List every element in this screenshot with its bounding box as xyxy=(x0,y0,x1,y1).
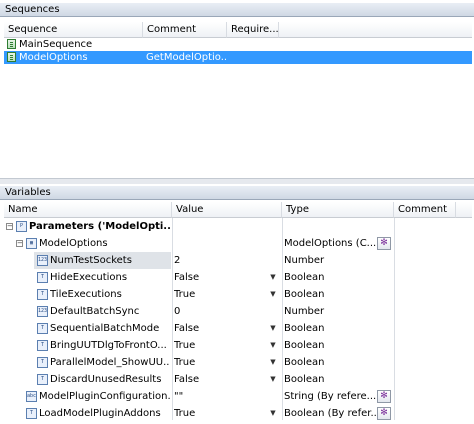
variable-value[interactable]: True xyxy=(174,286,264,303)
variable-type: Boolean xyxy=(284,272,325,283)
variable-value[interactable]: "" xyxy=(174,388,264,405)
variable-value[interactable]: False xyxy=(174,269,264,286)
variable-name: ModelOptions xyxy=(39,238,108,249)
variable-value[interactable]: True xyxy=(174,354,264,371)
variable-type: Number xyxy=(284,255,325,266)
variable-value[interactable]: False xyxy=(174,320,264,337)
browse-type-icon[interactable]: ✻ xyxy=(377,407,391,420)
browse-type-icon[interactable]: ✻ xyxy=(377,237,391,250)
variable-name: Parameters ('ModelOpti... xyxy=(29,221,171,232)
sequence-name: ModelOptions xyxy=(19,52,88,63)
variables-panel-title: Variables xyxy=(0,186,474,200)
dropdown-arrow-icon[interactable]: ▼ xyxy=(269,374,277,384)
dropdown-arrow-icon[interactable]: ▼ xyxy=(269,408,277,418)
variable-value[interactable]: False xyxy=(174,371,264,388)
variable-name: NumTestSockets xyxy=(50,255,132,266)
variable-name: ModelPluginConfiguration... xyxy=(39,391,171,402)
variable-name: LoadModelPluginAddons xyxy=(39,408,161,419)
variable-row-tileexecutions[interactable]: T TileExecutions True ▼ Boolean xyxy=(4,286,472,303)
boolean-icon: T xyxy=(37,272,48,283)
number-icon: 123 xyxy=(37,306,48,317)
boolean-icon: T xyxy=(26,408,37,419)
sequences-panel-title: Sequences xyxy=(0,3,474,17)
variable-type: String (By refere... xyxy=(284,391,376,402)
variable-name: HideExecutions xyxy=(50,272,128,283)
variable-row-defaultbatchsync[interactable]: 123 DefaultBatchSync 0 Number xyxy=(4,303,472,320)
variable-name: BringUUTDlgToFrontO... xyxy=(50,340,167,351)
column-header-name[interactable]: Name xyxy=(4,202,172,218)
sequence-name: MainSequence xyxy=(19,39,93,50)
dropdown-arrow-icon[interactable]: ▼ xyxy=(269,272,277,282)
sequence-row-mainsequence[interactable]: MainSequence xyxy=(4,38,472,51)
variable-type: Boolean xyxy=(284,374,325,385)
variable-row-hideexecutions[interactable]: T HideExecutions False ▼ Boolean xyxy=(4,269,472,286)
variable-type: Boolean xyxy=(284,289,325,300)
sequence-row-modeloptions[interactable]: ModelOptions GetModelOptio... xyxy=(4,51,472,64)
variable-type: Boolean xyxy=(284,357,325,368)
boolean-icon: T xyxy=(37,289,48,300)
column-header-comment[interactable]: Comment xyxy=(394,202,456,218)
dropdown-arrow-icon[interactable]: ▼ xyxy=(269,340,277,350)
variable-name: TileExecutions xyxy=(50,289,122,300)
column-header-comment[interactable]: Comment xyxy=(143,22,227,38)
parameters-icon: P xyxy=(16,221,27,232)
boolean-icon: T xyxy=(37,374,48,385)
panel-splitter[interactable] xyxy=(0,178,474,184)
variable-name: SequentialBatchMode xyxy=(50,323,160,334)
dropdown-arrow-icon[interactable]: ▼ xyxy=(269,323,277,333)
collapse-icon[interactable]: − xyxy=(6,223,13,230)
column-header-sequence[interactable]: Sequence xyxy=(4,22,143,38)
variable-type: Boolean (By refer... xyxy=(284,408,376,419)
number-icon: 123 xyxy=(37,255,48,266)
variable-type: Boolean xyxy=(284,340,325,351)
variable-row-modeloptions[interactable]: − ▦ ModelOptions ModelOptions (C... ✻ xyxy=(4,235,472,252)
sequence-icon xyxy=(7,52,16,62)
variable-value[interactable]: True xyxy=(174,337,264,354)
column-header-require[interactable]: Require... xyxy=(227,22,279,38)
container-icon: ▦ xyxy=(26,238,37,249)
variable-value[interactable]: 0 xyxy=(174,303,264,320)
column-header-value[interactable]: Value xyxy=(172,202,282,218)
variable-name: DiscardUnusedResults xyxy=(50,374,162,385)
variable-type: ModelOptions (C... xyxy=(284,238,376,249)
collapse-icon[interactable]: − xyxy=(16,240,23,247)
dropdown-arrow-icon[interactable]: ▼ xyxy=(269,357,277,367)
dropdown-arrow-icon[interactable]: ▼ xyxy=(269,289,277,299)
column-header-type[interactable]: Type xyxy=(282,202,394,218)
variable-row-discardunusedresults[interactable]: T DiscardUnusedResults False ▼ Boolean xyxy=(4,371,472,388)
variable-name: DefaultBatchSync xyxy=(50,306,140,317)
variable-value[interactable]: True xyxy=(174,405,264,422)
variable-value[interactable]: 2 xyxy=(174,252,264,269)
variable-row-numtestsockets[interactable]: 123 NumTestSockets 2 Number xyxy=(4,252,472,269)
variable-row-modelpluginconfiguration[interactable]: abc ModelPluginConfiguration... "" Strin… xyxy=(4,388,472,405)
variable-row-bringuutdlgtofront[interactable]: T BringUUTDlgToFrontO... True ▼ Boolean xyxy=(4,337,472,354)
variable-row-sequentialbatchmode[interactable]: T SequentialBatchMode False ▼ Boolean xyxy=(4,320,472,337)
boolean-icon: T xyxy=(37,357,48,368)
browse-type-icon[interactable]: ✻ xyxy=(377,390,391,403)
string-icon: abc xyxy=(26,391,37,402)
boolean-icon: T xyxy=(37,340,48,351)
variable-type: Boolean xyxy=(284,323,325,334)
sequence-comment: GetModelOptio... xyxy=(146,52,226,63)
variable-type: Number xyxy=(284,306,325,317)
column-header-filler xyxy=(456,202,472,218)
variable-row-parameters[interactable]: − P Parameters ('ModelOpti... xyxy=(4,218,472,235)
variable-row-parallelmodel-showuu[interactable]: T ParallelModel_ShowUU... True ▼ Boolean xyxy=(4,354,472,371)
boolean-icon: T xyxy=(37,323,48,334)
sequence-icon xyxy=(7,39,16,49)
variable-name: ParallelModel_ShowUU... xyxy=(50,357,170,368)
variable-row-loadmodelpluginaddons[interactable]: T LoadModelPluginAddons True ▼ Boolean (… xyxy=(4,405,472,422)
column-header-filler xyxy=(279,22,472,38)
